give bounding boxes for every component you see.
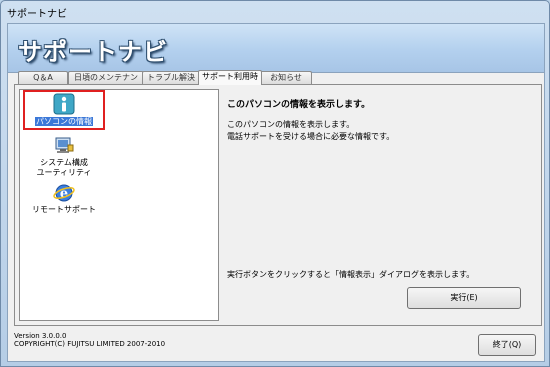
tab-notices[interactable]: お知らせ — [260, 71, 312, 84]
item-list-pane: パソコンの情報 システム構成 ユーティリティ e リモートサポート — [19, 89, 219, 321]
exit-button[interactable]: 終了(Q) — [478, 334, 536, 356]
detail-line-2: 電話サポートを受ける場合に必要な情報です。 — [227, 132, 395, 141]
detail-heading: このパソコンの情報を表示します。 — [227, 100, 371, 110]
tab-support-usage[interactable]: サポート利用時 — [198, 70, 262, 85]
copyright-text: COPYRIGHT(C) FUJITSU LIMITED 2007-2010 — [14, 340, 166, 348]
tab-qa[interactable]: Q＆A — [18, 71, 68, 84]
item-system-config-label-2: ユーティリティ — [36, 168, 92, 177]
detail-instruction: 実行ボタンをクリックすると「情報表示」ダイアログを表示します。 — [227, 270, 475, 279]
app-window: サポートナビ サポートナビ Q＆A 日頃のメンテナンス トラブル解決 サポート利… — [0, 0, 550, 367]
run-button[interactable]: 実行(E) — [407, 287, 521, 309]
version-text: Version 3.0.0.0 — [14, 332, 67, 340]
window-title: サポートナビ — [7, 9, 67, 20]
item-system-config-utility[interactable]: システム構成 ユーティリティ — [26, 136, 102, 178]
app-title: サポートナビ — [18, 38, 168, 66]
item-remote-support[interactable]: e リモートサポート — [26, 183, 102, 215]
footer-info: Version 3.0.0.0 COPYRIGHT(C) FUJITSU LIM… — [14, 332, 165, 348]
client-area: サポートナビ Q＆A 日頃のメンテナンス トラブル解決 サポート利用時 お知らせ… — [7, 23, 545, 362]
item-remote-support-label: リモートサポート — [32, 205, 96, 214]
item-pc-info-label: パソコンの情報 — [35, 117, 93, 126]
title-bar[interactable]: サポートナビ — [1, 1, 549, 23]
item-system-config-label-1: システム構成 — [40, 158, 88, 167]
info-icon — [53, 93, 75, 115]
tab-daily-maintenance[interactable]: 日頃のメンテナンス — [68, 71, 144, 94]
header-banner: サポートナビ — [8, 24, 544, 73]
system-config-icon — [55, 137, 74, 153]
detail-line-1: このパソコンの情報を表示します。 — [227, 120, 355, 129]
tab-troubleshooting[interactable]: トラブル解決 — [142, 71, 200, 84]
ie-globe-icon: e — [53, 184, 75, 202]
detail-pane: このパソコンの情報を表示します。 このパソコンの情報を表示します。 電話サポート… — [221, 89, 535, 321]
tab-panel: パソコンの情報 システム構成 ユーティリティ e リモートサポート このパソコン… — [14, 84, 542, 326]
item-pc-info[interactable]: パソコンの情報 — [23, 90, 105, 130]
